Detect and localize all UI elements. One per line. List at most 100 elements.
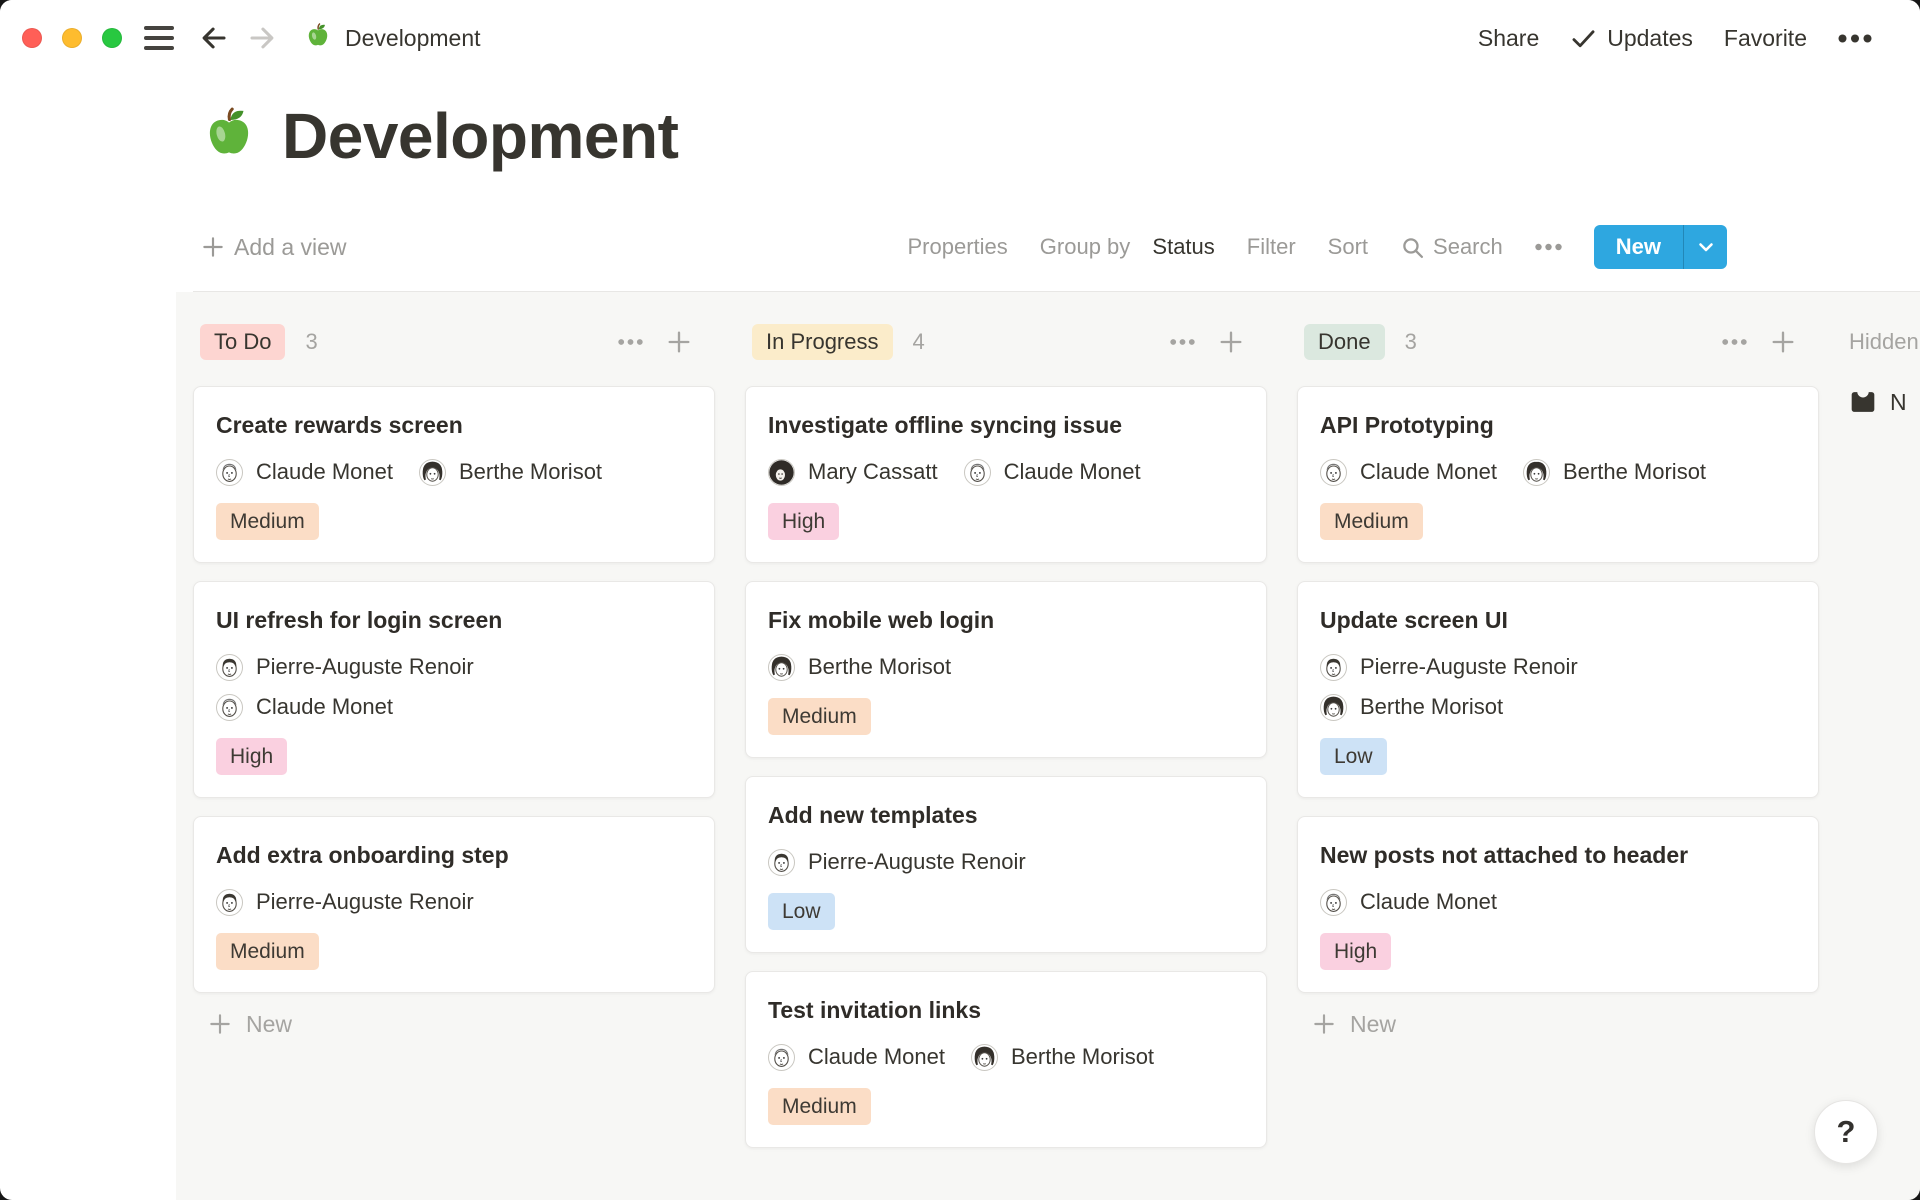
menu-icon[interactable] xyxy=(144,26,174,50)
assignee-berthe-morisot: Berthe Morisot xyxy=(1320,694,1503,721)
board-column-to-do: To Do3 Create rewards screen Claude Monet B… xyxy=(193,324,715,1038)
card-title: Add new templates xyxy=(768,801,1244,831)
card-title: Fix mobile web login xyxy=(768,606,1244,636)
assignee-berthe-morisot: Berthe Morisot xyxy=(419,459,602,486)
assignee-name: Claude Monet xyxy=(808,1044,945,1070)
column-add-icon[interactable] xyxy=(1217,328,1245,356)
search-icon xyxy=(1400,235,1425,260)
traffic-light-minimize[interactable] xyxy=(62,28,82,48)
assignee-name: Claude Monet xyxy=(256,459,393,485)
sort-button[interactable]: Sort xyxy=(1328,234,1368,260)
card-investigate-offline-syncing-issue[interactable]: Investigate offline syncing issue Mary Ca… xyxy=(745,386,1267,563)
column-title-pill[interactable]: In Progress xyxy=(752,324,893,360)
assignee-name: Claude Monet xyxy=(1360,459,1497,485)
card-add-new-templates[interactable]: Add new templatesPierre-Auguste RenoirLo… xyxy=(745,776,1267,953)
traffic-light-zoom[interactable] xyxy=(102,28,122,48)
column-more-icon[interactable] xyxy=(618,338,643,346)
hidden-columns-section: HiddenN xyxy=(1849,324,1920,416)
filter-button[interactable]: Filter xyxy=(1247,234,1296,260)
more-options-icon[interactable] xyxy=(1838,34,1872,43)
inbox-icon xyxy=(1849,388,1877,416)
avatar-mary-cassatt xyxy=(768,459,795,486)
avatar-claude-monet xyxy=(964,459,991,486)
column-more-icon[interactable] xyxy=(1170,338,1195,346)
priority-pill: Medium xyxy=(216,933,319,970)
hidden-group-label: N xyxy=(1890,389,1907,416)
card-create-rewards-screen[interactable]: Create rewards screen Claude Monet Berthe … xyxy=(193,386,715,563)
avatar-claude-monet xyxy=(1320,889,1347,916)
assignee-claude-monet: Claude Monet xyxy=(768,1044,945,1071)
card-add-extra-onboarding-step[interactable]: Add extra onboarding stepPierre-Auguste … xyxy=(193,816,715,993)
assignee-name: Pierre-Auguste Renoir xyxy=(256,889,474,915)
new-button[interactable]: New xyxy=(1594,225,1683,269)
priority-pill: Medium xyxy=(216,503,319,540)
avatar-claude-monet xyxy=(216,459,243,486)
card-title: Investigate offline syncing issue xyxy=(768,411,1244,441)
page-header: Development xyxy=(200,90,678,182)
updates-button[interactable]: Updates xyxy=(1570,25,1693,52)
share-button[interactable]: Share xyxy=(1478,25,1539,52)
new-label: New xyxy=(1350,1011,1396,1038)
avatar-claude-monet xyxy=(768,1044,795,1071)
new-dropdown-button[interactable] xyxy=(1683,225,1727,269)
card-assignees: Pierre-Auguste Renoir Berthe Morisot xyxy=(1320,654,1796,721)
traffic-light-close[interactable] xyxy=(22,28,42,48)
priority-pill: Low xyxy=(768,893,835,930)
assignee-name: Claude Monet xyxy=(1004,459,1141,485)
card-assignees: Berthe Morisot xyxy=(768,654,1244,681)
add-view-button[interactable]: Add a view xyxy=(200,234,347,261)
forward-arrow-icon[interactable] xyxy=(246,22,278,54)
column-count: 4 xyxy=(913,329,925,355)
properties-button[interactable]: Properties xyxy=(908,234,1008,260)
column-new-button[interactable]: New xyxy=(1311,1011,1396,1038)
column-add-icon[interactable] xyxy=(665,328,693,356)
column-header-done: Done3 xyxy=(1297,324,1819,360)
card-title: API Prototyping xyxy=(1320,411,1796,441)
back-arrow-icon[interactable] xyxy=(198,22,230,54)
column-title-pill[interactable]: Done xyxy=(1304,324,1385,360)
column-title-pill[interactable]: To Do xyxy=(200,324,285,360)
assignee-name: Berthe Morisot xyxy=(459,459,602,485)
assignee-claude-monet: Claude Monet xyxy=(1320,889,1497,916)
assignee-name: Pierre-Auguste Renoir xyxy=(256,654,474,680)
card-update-screen-ui[interactable]: Update screen UIPierre-Auguste RenoirBer… xyxy=(1297,581,1819,798)
card-new-posts-not-attached-to-header[interactable]: New posts not attached to header Claude M… xyxy=(1297,816,1819,993)
hidden-group-item[interactable]: N xyxy=(1849,388,1920,416)
assignee-claude-monet: Claude Monet xyxy=(216,694,393,721)
favorite-button[interactable]: Favorite xyxy=(1724,25,1807,52)
titlebar-page-title: Development xyxy=(345,25,481,52)
avatar-berthe-morisot xyxy=(768,654,795,681)
page-title[interactable]: Development xyxy=(282,99,678,173)
plus-icon xyxy=(1311,1011,1337,1037)
column-header-to-do: To Do3 xyxy=(193,324,715,360)
avatar-claude-monet xyxy=(1320,459,1347,486)
column-add-icon[interactable] xyxy=(1769,328,1797,356)
card-assignees: Pierre-Auguste Renoir Claude Monet xyxy=(216,654,692,721)
search-button[interactable]: Search xyxy=(1400,234,1503,260)
plus-icon xyxy=(207,1011,233,1037)
page-icon[interactable] xyxy=(200,105,258,168)
column-more-icon[interactable] xyxy=(1722,338,1747,346)
assignee-name: Berthe Morisot xyxy=(1360,694,1503,720)
avatar-pierre-auguste-renoir xyxy=(1320,654,1347,681)
card-api-prototyping[interactable]: API PrototypingClaude MonetBerthe Moriso… xyxy=(1297,386,1819,563)
group-by-button[interactable]: Group by Status xyxy=(1040,234,1215,260)
board-column-in-progress: In Progress 4 Investigate offline syncing … xyxy=(745,324,1267,1166)
card-title: Create rewards screen xyxy=(216,411,692,441)
card-test-invitation-links[interactable]: Test invitation linksClaude MonetBerthe … xyxy=(745,971,1267,1148)
toolbar-more-icon[interactable] xyxy=(1535,243,1562,251)
assignee-name: Claude Monet xyxy=(1360,889,1497,915)
assignee-pierre-auguste-renoir: Pierre-Auguste Renoir xyxy=(1320,654,1578,681)
card-ui-refresh-for-login-screen[interactable]: UI refresh for login screen Pierre-August… xyxy=(193,581,715,798)
card-title: UI refresh for login screen xyxy=(216,606,692,636)
column-header-in-progress: In Progress 4 xyxy=(745,324,1267,360)
card-fix-mobile-web-login[interactable]: Fix mobile web loginBerthe MorisotMedium xyxy=(745,581,1267,758)
help-button[interactable]: ? xyxy=(1814,1100,1878,1164)
card-title: New posts not attached to header xyxy=(1320,841,1796,871)
avatar-berthe-morisot xyxy=(419,459,446,486)
titlebar: Development Share Updates Favorite xyxy=(0,0,1920,76)
view-toolbar: Add a view Properties Group by Status Fi… xyxy=(200,224,1727,270)
check-icon xyxy=(1570,25,1597,52)
card-assignees: Mary CassattClaude Monet xyxy=(768,459,1244,486)
column-new-button[interactable]: New xyxy=(207,1011,292,1038)
